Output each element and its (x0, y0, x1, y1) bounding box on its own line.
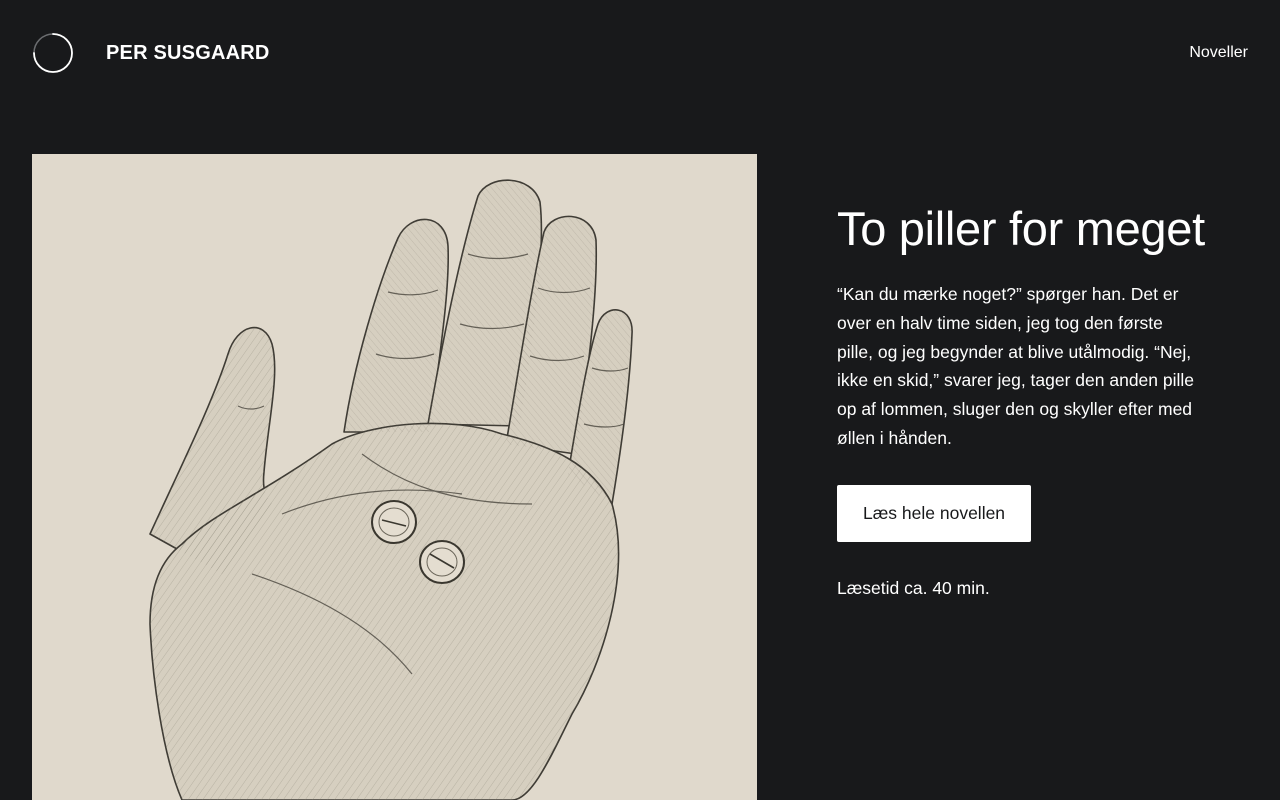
read-full-story-button[interactable]: Læs hele novellen (837, 484, 1032, 542)
hand-with-pills-sketch (149, 179, 633, 800)
story-intro: To piller for meget “Kan du mærke noget?… (837, 202, 1207, 600)
site-header: PER SUSGAARD Noveller (0, 0, 1280, 106)
reading-time: Læsetid ca. 40 min. (837, 577, 990, 598)
story-title: To piller for meget (837, 202, 1205, 255)
site-title[interactable]: PER SUSGAARD (106, 41, 270, 65)
circle-logo-icon[interactable] (32, 32, 74, 74)
story-illustration (32, 154, 757, 800)
story-excerpt: “Kan du mærke noget?” spørger han. Det e… (837, 284, 1195, 448)
nav-link-noveller[interactable]: Noveller (1189, 43, 1248, 63)
